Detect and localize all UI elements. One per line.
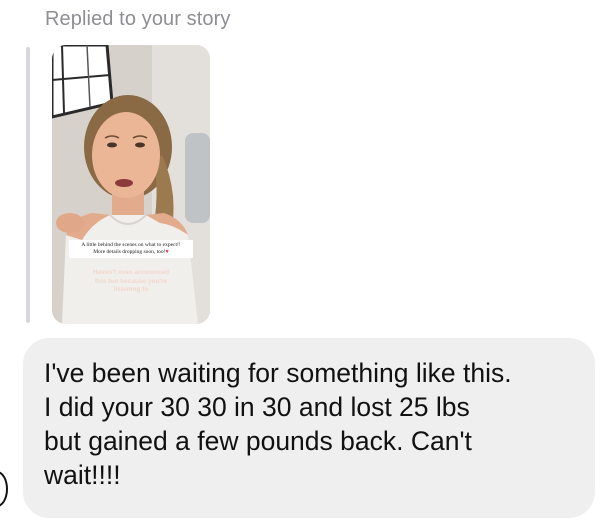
message-text: I've been waiting for something like thi… bbox=[44, 356, 571, 492]
sticker-line-2: More details dropping soon, too!♥ bbox=[72, 249, 190, 256]
overlay-line-3: listening to bbox=[113, 286, 149, 293]
sticker-line-2-text: More details dropping soon, too! bbox=[93, 249, 166, 255]
quote-bar bbox=[26, 47, 30, 323]
story-overlay-text: Haven't even announced this but because … bbox=[72, 269, 190, 295]
overlay-line-1: Haven't even announced bbox=[92, 269, 170, 276]
sticker-line-1: A little behind the scenes on what to ex… bbox=[81, 242, 181, 248]
sender-avatar[interactable] bbox=[0, 471, 8, 507]
message-line-3: but gained a few pounds back. Can't bbox=[44, 426, 472, 456]
message-line-4: wait!!!! bbox=[44, 460, 121, 490]
message-line-2: I did your 30 30 in 30 and lost 25 lbs bbox=[44, 392, 470, 422]
overlay-line-2: this but because you're bbox=[94, 277, 168, 285]
message-bubble[interactable]: I've been waiting for something like thi… bbox=[23, 338, 595, 518]
story-thumbnail[interactable]: A little behind the scenes on what to ex… bbox=[52, 45, 210, 324]
message-line-1: I've been waiting for something like thi… bbox=[44, 358, 512, 388]
heart-icon: ♥ bbox=[165, 249, 169, 255]
story-sticker: A little behind the scenes on what to ex… bbox=[69, 240, 193, 258]
story-reply-label: Replied to your story bbox=[45, 8, 231, 30]
dm-thread: Replied to your story A little behind th… bbox=[0, 0, 600, 530]
